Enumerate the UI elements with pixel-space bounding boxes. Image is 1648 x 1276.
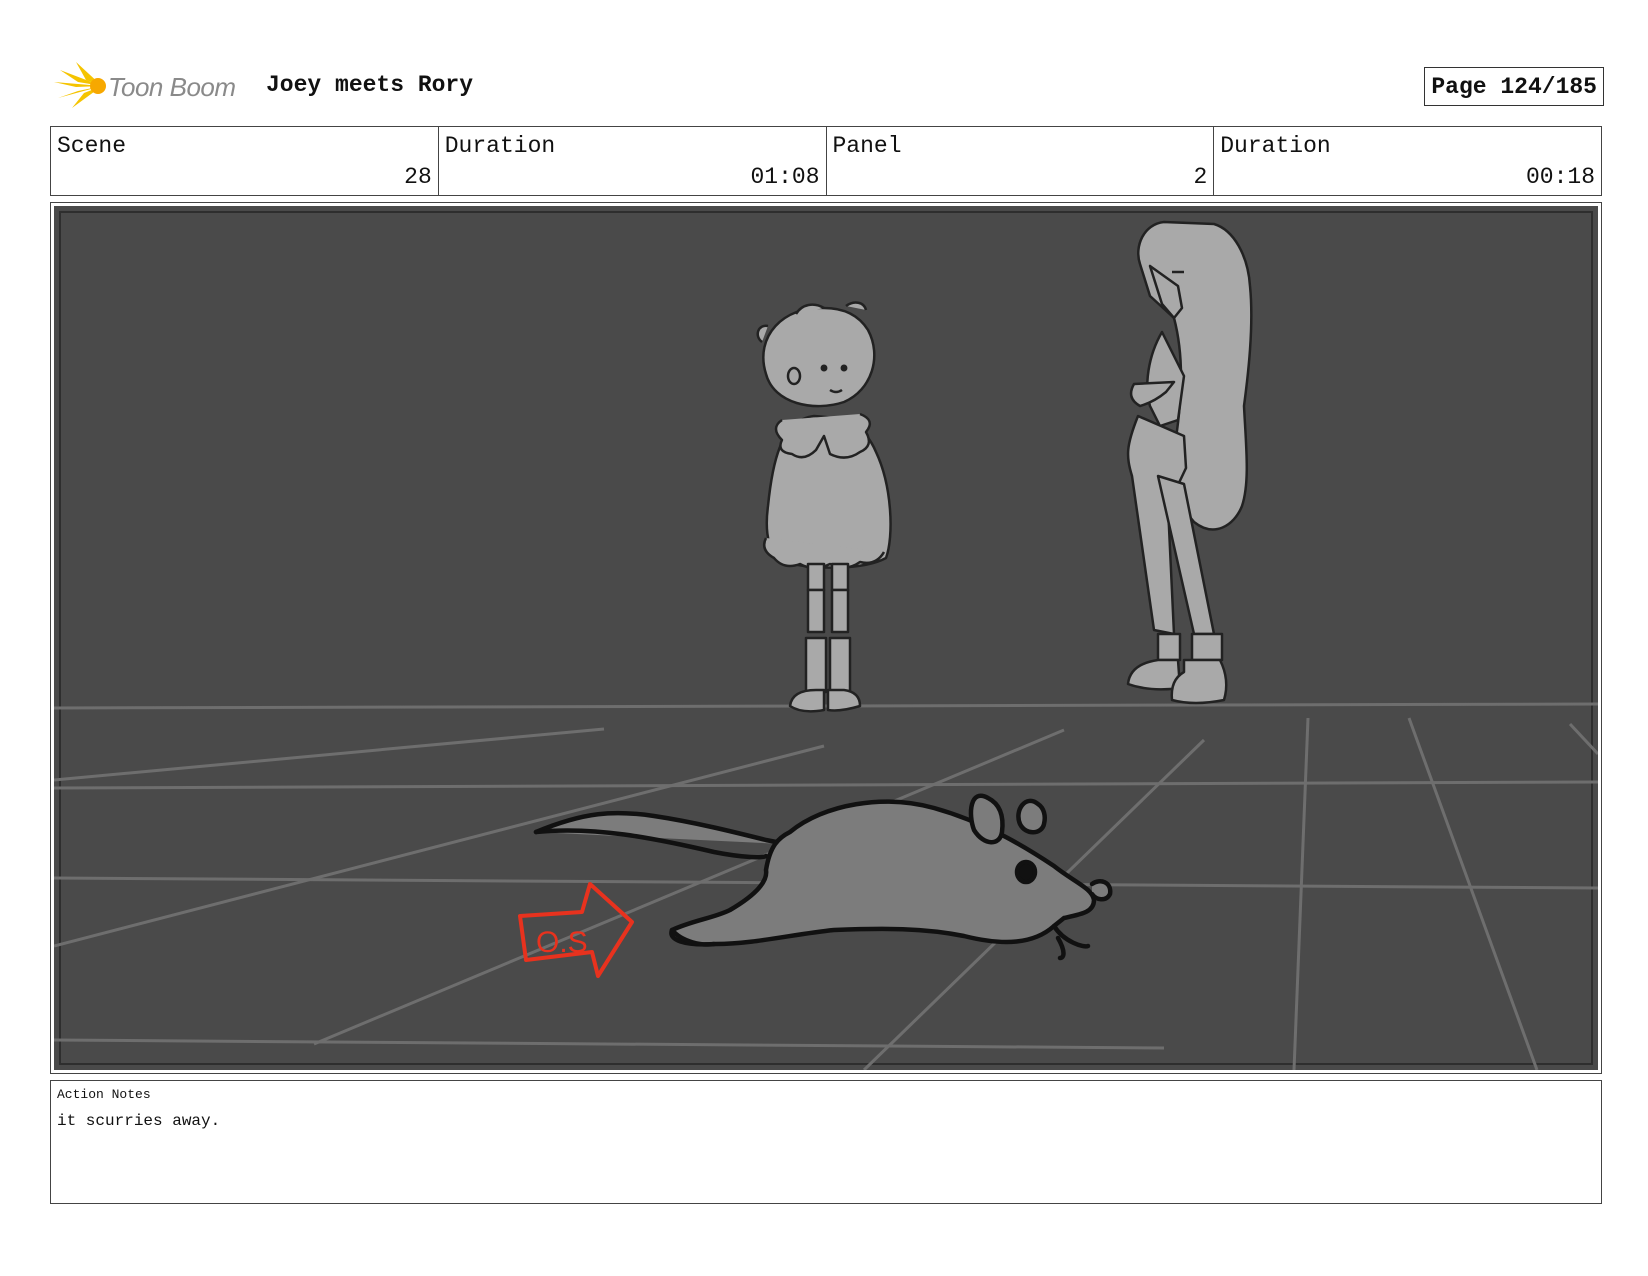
scene-info-table: Scene 28 Duration 01:08 Panel 2 Duration… [50,126,1602,196]
action-notes-text: it scurries away. [57,1112,221,1130]
starburst-icon [54,62,106,108]
scene-duration-label: Duration [444,133,556,159]
panel-value: 2 [1193,164,1208,190]
panel-duration-label: Duration [1220,133,1331,159]
project-title: Joey meets Rory [266,72,474,98]
storyboard-panel-frame: O.S [50,202,1602,1074]
scene-duration-cell: Duration 01:08 [439,127,827,195]
page-indicator: Page 124/185 [1424,67,1604,106]
action-notes-box: Action Notes it scurries away. [50,1080,1602,1204]
brand-name: Toon Boom [108,72,236,102]
panel-duration-value: 00:18 [1525,164,1595,190]
toon-boom-logo: Toon Boom [52,60,252,112]
offscreen-label: O.S [536,926,588,959]
panel-duration-cell: Duration 00:18 [1214,127,1601,195]
panel-label: Panel [832,133,902,159]
scene-label: Scene [57,133,127,159]
panel-cell: Panel 2 [827,127,1215,195]
storyboard-panel-image: O.S [54,206,1598,1070]
action-notes-label: Action Notes [57,1087,151,1102]
scene-duration-value: 01:08 [750,164,820,190]
page-header: Toon Boom Joey meets Rory Page 124/185 [52,56,1604,116]
scene-cell: Scene 28 [51,127,439,195]
scene-value: 28 [404,164,432,190]
